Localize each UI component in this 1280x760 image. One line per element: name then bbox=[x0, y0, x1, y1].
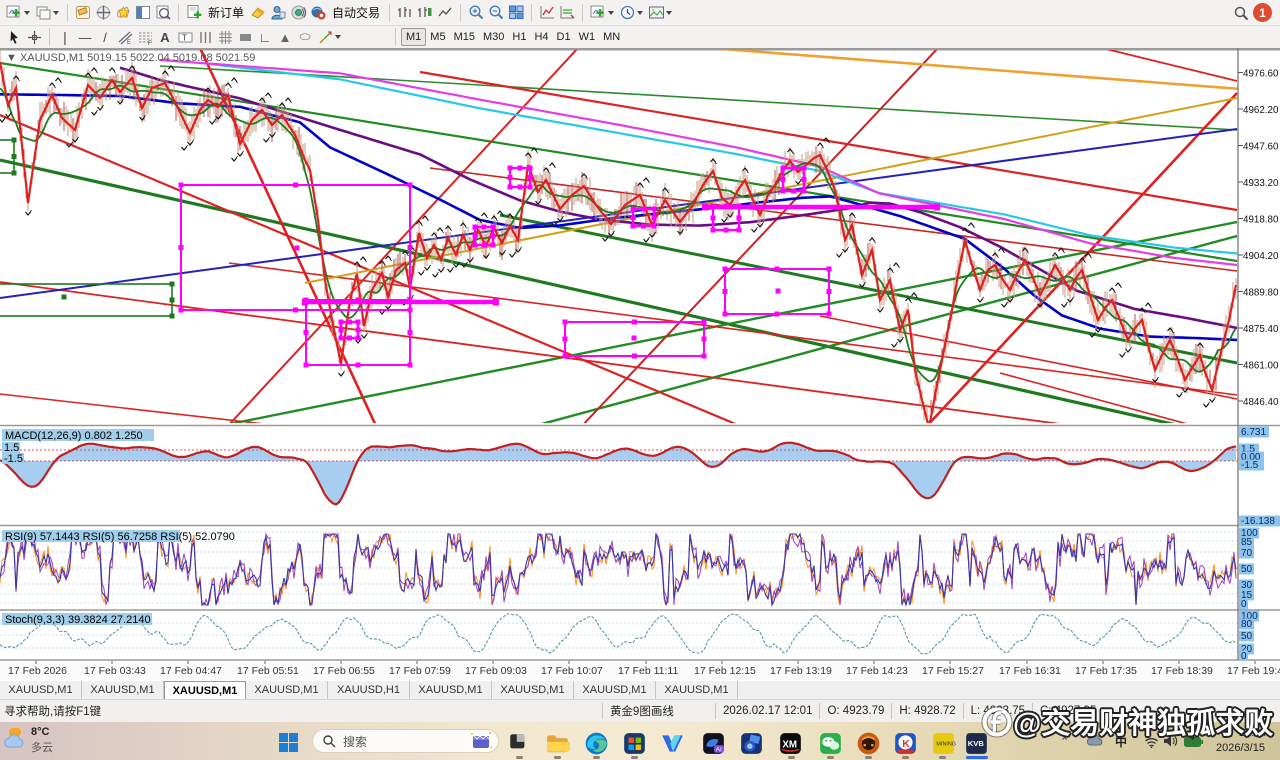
svg-text:17 Feb 09:03: 17 Feb 09:03 bbox=[465, 665, 527, 677]
svg-text:17 Feb 12:15: 17 Feb 12:15 bbox=[694, 665, 756, 677]
svg-text:E: E bbox=[127, 40, 131, 46]
svg-text:17 Feb 19:43: 17 Feb 19:43 bbox=[1227, 665, 1280, 677]
svg-text:17 Feb 14:23: 17 Feb 14:23 bbox=[846, 665, 908, 677]
svg-text:F: F bbox=[148, 41, 152, 46]
svg-text:4962.20: 4962.20 bbox=[1243, 105, 1279, 116]
svg-text:17 Feb 06:55: 17 Feb 06:55 bbox=[313, 665, 375, 677]
svg-text:-16.138: -16.138 bbox=[1241, 516, 1275, 527]
svg-text:17 Feb 18:39: 17 Feb 18:39 bbox=[1151, 665, 1213, 677]
svg-text:XM: XM bbox=[782, 739, 797, 750]
svg-text:4889.80: 4889.80 bbox=[1243, 288, 1279, 299]
svg-text:17 Feb 05:51: 17 Feb 05:51 bbox=[237, 665, 299, 677]
svg-text:85: 85 bbox=[1241, 537, 1253, 548]
svg-text:4933.20: 4933.20 bbox=[1243, 178, 1279, 189]
svg-text:70: 70 bbox=[1241, 548, 1253, 559]
svg-text:17 Feb 17:35: 17 Feb 17:35 bbox=[1075, 665, 1137, 677]
svg-text:4846.40: 4846.40 bbox=[1243, 397, 1279, 408]
svg-text:50: 50 bbox=[1241, 564, 1253, 575]
svg-text:T: T bbox=[182, 33, 187, 42]
svg-text:0: 0 bbox=[1241, 599, 1247, 610]
svg-text:17 Feb 16:31: 17 Feb 16:31 bbox=[999, 665, 1061, 677]
svg-text:MINING: MINING bbox=[936, 742, 956, 748]
svg-text:MACD(12,26,9) 0.802 1.250: MACD(12,26,9) 0.802 1.250 bbox=[5, 430, 143, 442]
svg-text:4976.60: 4976.60 bbox=[1243, 69, 1279, 80]
svg-text:0: 0 bbox=[1241, 651, 1247, 662]
svg-text:4947.60: 4947.60 bbox=[1243, 142, 1279, 153]
svg-text:RSI(9) 57.1443 RSI(5) 56.7258: RSI(9) 57.1443 RSI(5) 56.7258 RSI(5) 52.… bbox=[5, 531, 235, 543]
svg-text:50: 50 bbox=[1241, 631, 1253, 642]
svg-text:Stoch(9,3,3) 39.3824 27.2140: Stoch(9,3,3) 39.3824 27.2140 bbox=[5, 614, 151, 626]
svg-text:▼ XAUUSD,M1 5019.15 5022.04 5: ▼ XAUUSD,M1 5019.15 5022.04 5019.08 5021… bbox=[6, 52, 255, 64]
svg-text:17 Feb 15:27: 17 Feb 15:27 bbox=[922, 665, 984, 677]
svg-text:4918.80: 4918.80 bbox=[1243, 215, 1279, 226]
svg-text:17 Feb 04:47: 17 Feb 04:47 bbox=[160, 665, 222, 677]
svg-text:17 Feb 03:43: 17 Feb 03:43 bbox=[84, 665, 146, 677]
svg-text:K: K bbox=[902, 739, 910, 750]
svg-text:-1.5: -1.5 bbox=[1241, 460, 1259, 471]
svg-text:80: 80 bbox=[1241, 619, 1253, 630]
svg-text:17 Feb 07:59: 17 Feb 07:59 bbox=[389, 665, 451, 677]
svg-text:17 Feb 11:11: 17 Feb 11:11 bbox=[618, 665, 678, 677]
svg-text:4904.20: 4904.20 bbox=[1243, 251, 1279, 262]
svg-text:AI: AI bbox=[716, 747, 722, 754]
svg-text:17 Feb 13:19: 17 Feb 13:19 bbox=[770, 665, 832, 677]
svg-text:4875.40: 4875.40 bbox=[1243, 324, 1279, 335]
svg-text:17 Feb 10:07: 17 Feb 10:07 bbox=[541, 665, 603, 677]
svg-text:-1.5: -1.5 bbox=[4, 453, 23, 465]
svg-text:4861.00: 4861.00 bbox=[1243, 361, 1279, 372]
svg-text:17 Feb 2026: 17 Feb 2026 bbox=[8, 665, 67, 677]
svg-text:6.731: 6.731 bbox=[1241, 427, 1266, 438]
